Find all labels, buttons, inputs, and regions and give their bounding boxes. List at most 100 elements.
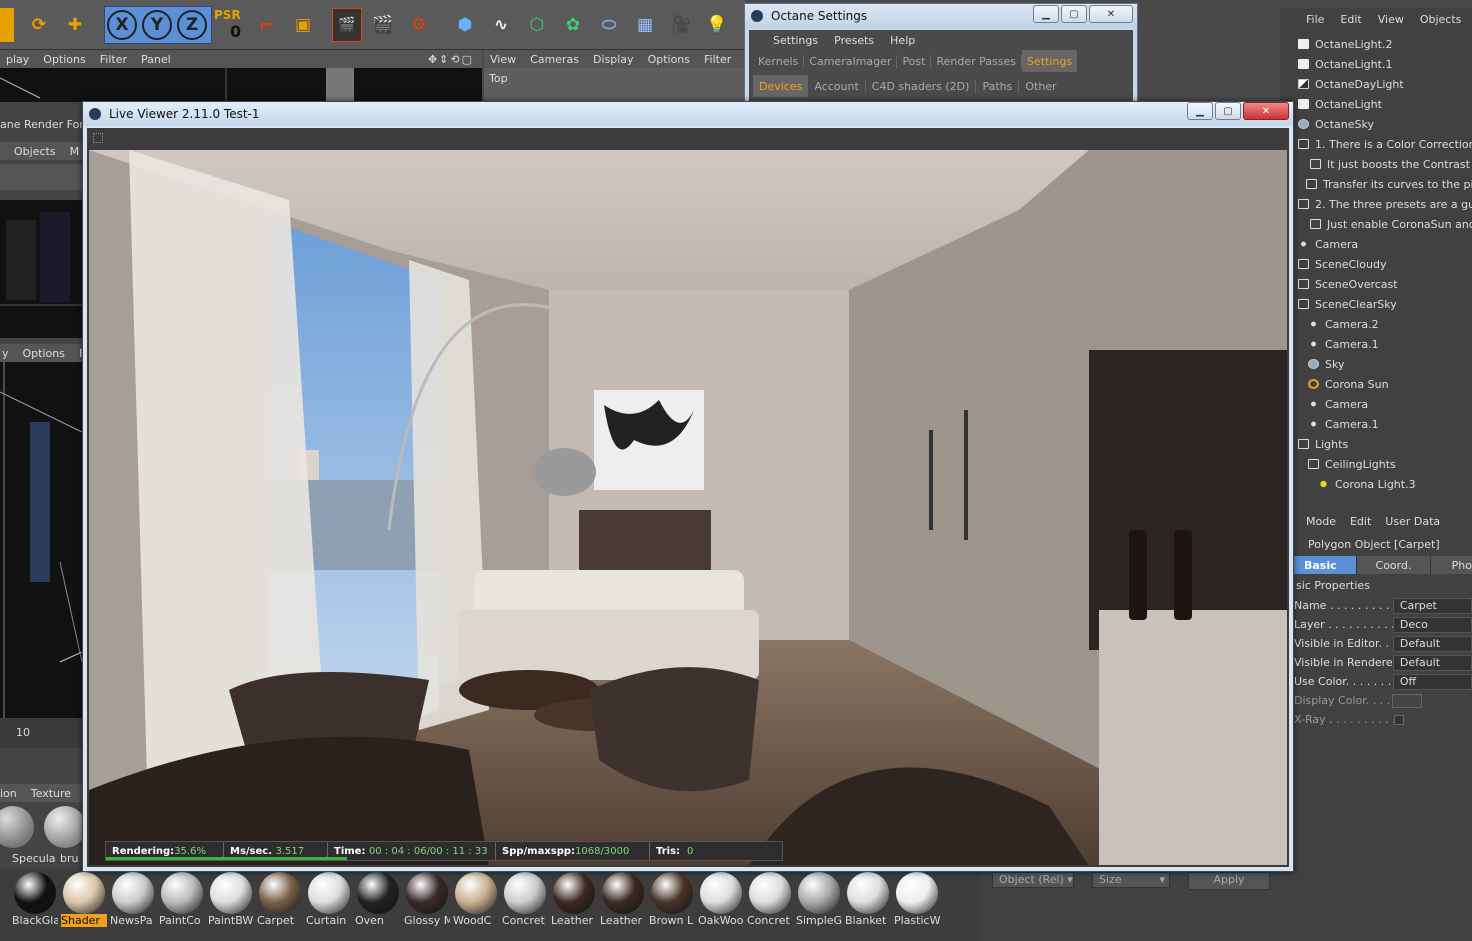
cloner-icon[interactable]: ✿ (558, 8, 588, 42)
object-item[interactable]: Transfer its curves to the pic (1280, 174, 1472, 194)
menu-view-2[interactable]: View (1378, 13, 1404, 26)
menu-filter-2[interactable]: Filter (704, 53, 731, 66)
tab-devices[interactable]: Devices (753, 75, 809, 97)
material-swatch[interactable]: PlasticW (894, 872, 940, 932)
menu-settings[interactable]: Settings (773, 34, 818, 47)
menu-panel[interactable]: Panel (141, 53, 171, 66)
menu-display-2[interactable]: Display (593, 53, 634, 66)
y-axis-button[interactable]: Y (142, 10, 172, 40)
tab-post[interactable]: Post (897, 54, 932, 68)
menu-filter[interactable]: Filter (100, 53, 127, 66)
material-ball[interactable] (44, 806, 86, 848)
grip-icon[interactable] (93, 133, 103, 143)
object-item[interactable]: Camera.1 (1280, 414, 1472, 434)
x-axis-button[interactable]: X (107, 10, 137, 40)
object-item[interactable]: OctaneLight.1 (1280, 54, 1472, 74)
object-item[interactable]: SceneOvercast (1280, 274, 1472, 294)
material-swatch[interactable]: Carpet (257, 872, 303, 932)
material-swatch[interactable]: Glossy M (404, 872, 450, 932)
attribute-value[interactable]: Off (1392, 673, 1472, 690)
menu-display[interactable]: play (6, 53, 29, 66)
material-swatch[interactable]: Curtain (306, 872, 352, 932)
menu-edit[interactable]: Edit (1340, 13, 1361, 26)
render-picture-icon[interactable]: 🎬 (368, 8, 398, 42)
material-swatch[interactable]: PaintBW (208, 872, 254, 932)
live-viewer-titlebar[interactable]: Live Viewer 2.11.0 Test-1 (83, 102, 1293, 126)
menu-texture[interactable]: Texture (31, 787, 71, 800)
menu-options[interactable]: Options (43, 53, 85, 66)
object-item[interactable]: It just boosts the Contrast a (1280, 154, 1472, 174)
object-item[interactable]: SceneCloudy (1280, 254, 1472, 274)
top-viewport[interactable]: Top (484, 68, 744, 102)
menu-help[interactable]: Help (890, 34, 915, 47)
timeline-ruler[interactable]: 10 (0, 718, 82, 748)
menu-cameras[interactable]: Cameras (530, 53, 579, 66)
camera-tool-icon[interactable]: 🎥 (666, 8, 696, 42)
menu-objects[interactable]: Objects (14, 145, 56, 158)
left-viewport-3[interactable] (0, 362, 83, 718)
tab-kernels[interactable]: Kernels (753, 54, 805, 68)
object-item[interactable]: OctaneLight (1280, 94, 1472, 114)
material-swatch[interactable]: Shader (61, 872, 107, 932)
menu-objects-2[interactable]: Objects (1420, 13, 1462, 26)
attribute-value[interactable]: Default (1392, 654, 1472, 671)
menu-function[interactable]: ion (0, 787, 17, 800)
menu-mode[interactable]: Mode (1306, 515, 1336, 528)
xray-checkbox[interactable] (1394, 714, 1404, 725)
material-swatch[interactable]: Leather (551, 872, 597, 932)
render-image[interactable] (89, 150, 1287, 865)
floor-icon[interactable]: ▦ (630, 8, 660, 42)
object-item[interactable]: Sky (1280, 354, 1472, 374)
object-item[interactable]: Camera (1280, 234, 1472, 254)
material-ball[interactable] (0, 806, 34, 848)
material-swatch[interactable]: PaintCo (159, 872, 205, 932)
object-item[interactable]: Corona Sun (1280, 374, 1472, 394)
attribute-value[interactable]: Default (1392, 635, 1472, 652)
left-viewport[interactable] (0, 68, 482, 102)
move-icon[interactable]: ✚ (60, 8, 90, 42)
material-swatch[interactable]: OakWoo (698, 872, 744, 932)
tab-paths[interactable]: Paths (976, 79, 1020, 93)
left-viewport-2[interactable] (0, 200, 82, 338)
display-color-swatch[interactable] (1392, 693, 1422, 708)
object-item[interactable]: Just enable CoronaSun and (1280, 214, 1472, 234)
minimize-button[interactable]: ▁ (1187, 102, 1213, 120)
material-swatch[interactable]: BlackGla (12, 872, 58, 932)
tab-phong[interactable]: Pho (1430, 556, 1472, 574)
menu-presets[interactable]: Presets (834, 34, 874, 47)
minimize-button[interactable]: ▁ (1033, 5, 1059, 23)
material-swatch[interactable]: Blanket (845, 872, 891, 932)
cube-icon[interactable]: ⬢ (450, 8, 480, 42)
close-button[interactable]: ✕ (1243, 102, 1289, 120)
tab-other[interactable]: Other (1019, 80, 1062, 93)
material-swatch[interactable]: Leather (600, 872, 646, 932)
tab-c4d-shaders[interactable]: C4D shaders (2D) (866, 79, 977, 93)
menu-edit-2[interactable]: Edit (1350, 515, 1371, 528)
material-swatch[interactable]: Oven (355, 872, 401, 932)
object-item[interactable]: 1. There is a Color Correction (1280, 134, 1472, 154)
render-view-icon[interactable]: 🎬 (332, 8, 362, 42)
tab-settings[interactable]: Settings (1021, 50, 1078, 72)
object-item[interactable]: OctaneLight.2 (1280, 34, 1472, 54)
light-tool-icon[interactable]: 💡 (702, 8, 732, 42)
render-settings-icon[interactable]: ⚙ (404, 8, 434, 42)
menu-options-3[interactable]: Options (648, 53, 690, 66)
tab-cameraimager[interactable]: CameraImager (804, 54, 898, 68)
model-tool-icon[interactable] (0, 8, 14, 42)
object-item[interactable]: Corona Light.3 (1280, 474, 1472, 494)
material-swatch[interactable]: SimpleG (796, 872, 842, 932)
object-axis-icon[interactable]: ▣ (288, 8, 318, 42)
maximize-button[interactable]: ▢ (1061, 5, 1087, 23)
menu-file[interactable]: File (1306, 13, 1324, 26)
subdivision-icon[interactable]: ⬡ (522, 8, 552, 42)
size-dropdown[interactable]: Size ▾ (1092, 872, 1170, 888)
tab-basic[interactable]: Basic (1294, 556, 1356, 574)
menu-user-data[interactable]: User Data (1385, 515, 1440, 528)
object-item[interactable]: SceneClearSky (1280, 294, 1472, 314)
tab-account[interactable]: Account (808, 79, 866, 93)
viewport-nav-icons[interactable]: ✥⇕⟲▢ (428, 53, 474, 66)
menu-view[interactable]: View (490, 53, 516, 66)
material-swatch[interactable]: Concret (747, 872, 793, 932)
object-item[interactable]: Lights (1280, 434, 1472, 454)
object-item[interactable]: CeilingLights (1280, 454, 1472, 474)
